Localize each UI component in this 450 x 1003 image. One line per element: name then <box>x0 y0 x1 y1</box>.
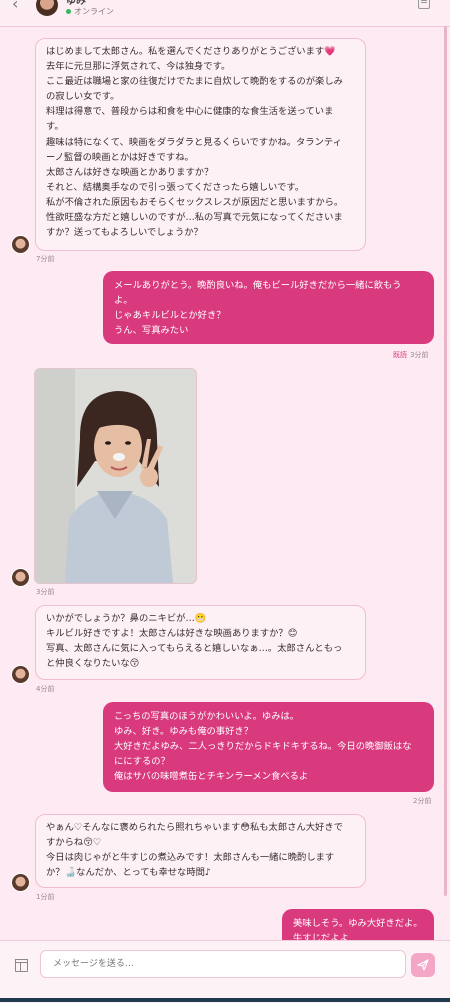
message-line: の寂しい女です。 <box>46 91 120 103</box>
message-line: ここ最近は職場と家の往復だけでたまに自炊して晩酌をするのが楽しみ <box>46 76 343 88</box>
message-timestamp: 1分前 <box>36 893 55 901</box>
message-line: キルビル好きですよ！太郎さんは好きな映画ありますか？😊 <box>46 628 298 640</box>
message-timestamp: 4分前 <box>36 685 55 693</box>
message-line: すか？送ってもよろしいでしょうか？ <box>46 227 203 239</box>
message-line: 美味しそう。ゆみ大好きだよ。 <box>293 918 423 929</box>
message-line: 料理は得意で、普段からは和食を中心に健康的な食生活を送っていま <box>46 106 334 118</box>
send-button[interactable] <box>411 953 435 977</box>
portrait-photo-image <box>35 369 196 583</box>
message-line: 写真、太郎さんに気に入ってもらえると嬉しいなぁ…。太郎さんともっ <box>46 643 343 655</box>
message-line: こっちの写真のほうがかわいいよ。ゆみは。 <box>114 711 300 722</box>
message-line: メールありがとう。晩酌良いね。俺もビール好きだから一緒に飲もう <box>114 280 402 291</box>
message-line: よ。 <box>114 295 133 307</box>
avatar[interactable] <box>36 0 58 16</box>
incoming-message-bubble: やぁん♡そんなに褒められたら照れちゃいます😳私も太郎さん大好きで すからね😚♡ … <box>35 814 366 888</box>
message-timestamp: 3分前 <box>410 351 429 359</box>
avatar[interactable] <box>11 235 30 254</box>
message-line: 性欲旺盛な方だと嬉しいのですが…私の写真で元気になってくださいま <box>46 212 343 224</box>
send-icon <box>417 959 429 971</box>
outgoing-message-bubble: こっちの写真のほうがかわいいよ。ゆみは。 ゆみ、好き。ゆみも俺の事好き？ 大好き… <box>103 702 434 792</box>
profile-card-icon[interactable] <box>418 0 430 9</box>
message-line: 大好きだよゆみ、二人っきりだからドキドキするね。今日の晩御飯はな <box>114 741 412 753</box>
gift-icon[interactable] <box>15 959 28 972</box>
message-line: と仲良くなりたいな😚 <box>46 658 140 670</box>
message-timestamp: 7分前 <box>36 255 55 263</box>
photo-message[interactable] <box>34 368 197 584</box>
message-line: やぁん♡そんなに褒められたら照れちゃいます😳私も太郎さん大好きで <box>46 822 343 833</box>
back-arrow-icon[interactable]: ‹ <box>12 0 18 13</box>
message-meta: 既読 3分前 <box>393 350 428 360</box>
message-timestamp: 3分前 <box>36 588 55 596</box>
message-composer <box>0 940 450 1003</box>
avatar[interactable] <box>11 873 30 892</box>
message-line: す。 <box>46 121 64 133</box>
message-line: すからね😚♡ <box>46 837 102 849</box>
message-line: か？🍶なんだか、とっても幸せな時間♪ <box>46 867 211 879</box>
message-line: ーノ監督の映画とかは好きですね。 <box>46 151 194 163</box>
chat-header: ‹ ゆみ オンライン <box>0 0 450 27</box>
message-line: 私が不倫された原因もおそらくセックスレスが原因だと思いますから。 <box>46 196 344 208</box>
read-receipt: 既読 <box>393 351 407 359</box>
message-line: それと、結構奥手なので引っ張ってくださったら嬉しいです。 <box>46 181 304 193</box>
message-line: うん、写真みたい <box>114 325 189 337</box>
message-line: 太郎さんは好きな映画とかありますか？ <box>46 166 214 178</box>
message-timestamp: 2分前 <box>413 797 432 805</box>
message-input[interactable] <box>40 950 406 978</box>
message-line: 俺はサバの味噌煮缶とチキンラーメン食べるよ <box>114 771 309 783</box>
message-line: 趣味は特になくて、映画をダラダラと見るくらいですかね。タランティ <box>46 136 342 148</box>
online-status-label: オンライン <box>74 7 114 16</box>
message-line: はじめまして太郎さん。私を選んでくださりありがとうございます💗 <box>46 46 336 57</box>
message-line: じゃあキルビルとか好き？ <box>114 310 226 322</box>
online-dot-icon <box>66 9 71 14</box>
system-bottom-bar <box>0 998 450 1002</box>
scrollbar[interactable] <box>444 26 447 896</box>
message-line: 去年に元旦那に浮気されて、今は独身です。 <box>46 61 231 73</box>
outgoing-message-bubble: メールありがとう。晩酌良いね。俺もビール好きだから一緒に飲もう よ。 じゃあキル… <box>103 271 434 344</box>
avatar[interactable] <box>11 568 30 587</box>
incoming-message-bubble: いかがでしょうか？鼻のニキビが…😬 キルビル好きですよ！太郎さんは好きな映画あり… <box>35 605 366 680</box>
message-line: いかがでしょうか？鼻のニキビが…😬 <box>46 613 207 624</box>
incoming-message-bubble: はじめまして太郎さん。私を選んでくださりありがとうございます💗 去年に元旦那に浮… <box>35 38 366 251</box>
online-status: オンライン <box>66 6 114 17</box>
message-line: ゆみ、好き。ゆみも俺の事好き？ <box>114 726 253 738</box>
message-line: ににするの？ <box>114 756 170 768</box>
avatar[interactable] <box>11 665 30 684</box>
message-line: 今日は肉じゃがと牛すじの煮込みです！太郎さんも一緒に晩酌します <box>46 852 335 864</box>
